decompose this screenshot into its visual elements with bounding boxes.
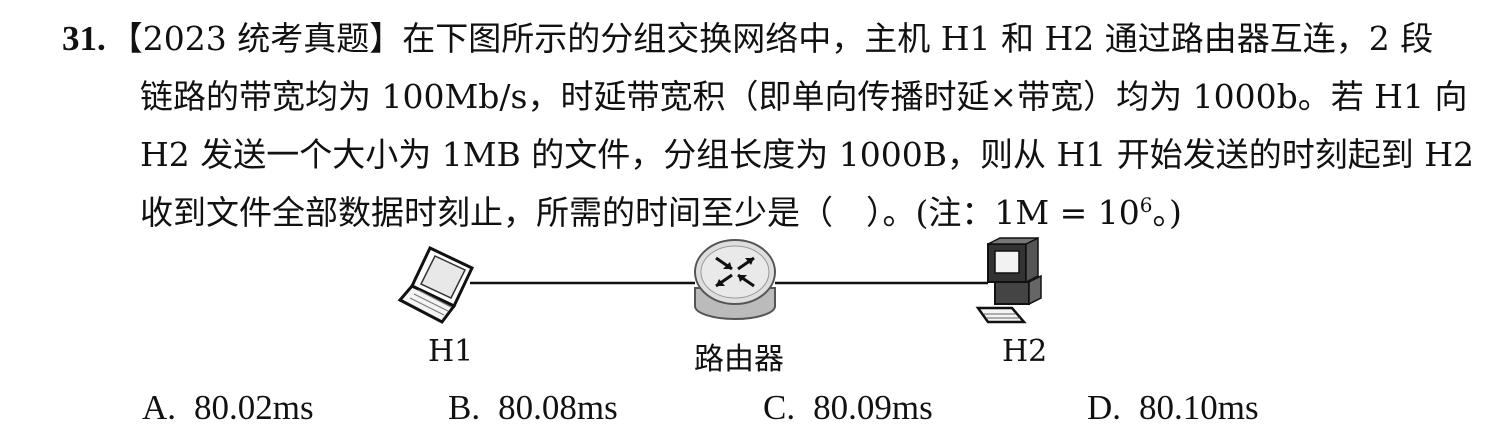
h1-label: H1: [428, 334, 474, 369]
question-text-4: 收到文件全部数据时刻止，所需的时间至少是（ ）。(注：1M = 10: [140, 193, 1140, 232]
option-d-text: 80.10ms: [1139, 388, 1259, 427]
option-a[interactable]: A. 80.02ms: [142, 388, 314, 428]
network-diagram: H1 路由器 H2: [390, 236, 1090, 377]
option-b-letter: B.: [448, 388, 481, 427]
option-a-text: 80.02ms: [194, 388, 314, 427]
desktop-computer-icon: [975, 236, 1042, 324]
option-d-letter: D.: [1087, 388, 1122, 427]
h2-label: H2: [1002, 334, 1048, 369]
question-line-1: 31. 【2023 统考真题】在下图所示的分组交换网络中，主机 H1 和 H2 通…: [62, 10, 1492, 68]
option-b[interactable]: B. 80.08ms: [448, 388, 618, 428]
laptop-icon: [397, 245, 474, 324]
option-c-text: 80.09ms: [813, 388, 933, 427]
answer-options: A. 80.02ms B. 80.08ms C. 80.09ms D. 80.10ms: [0, 388, 1507, 438]
question-text-4-end: 。): [1152, 193, 1182, 232]
option-a-letter: A.: [142, 388, 177, 427]
question-text-1: 【2023 统考真题】在下图所示的分组交换网络中，主机 H1 和 H2 通过路由…: [109, 19, 1434, 58]
option-c-letter: C.: [763, 388, 796, 427]
question-stem: 31. 【2023 统考真题】在下图所示的分组交换网络中，主机 H1 和 H2 通…: [62, 10, 1492, 242]
router-label: 路由器: [694, 342, 784, 377]
option-d[interactable]: D. 80.10ms: [1087, 388, 1259, 428]
option-c[interactable]: C. 80.09ms: [763, 388, 933, 428]
question-line-4: 收到文件全部数据时刻止，所需的时间至少是（ ）。(注：1M = 106。): [62, 184, 1492, 242]
question-number: 31.: [62, 19, 106, 58]
question-line-3: H2 发送一个大小为 1MB 的文件，分组长度为 1000B，则从 H1 开始发…: [140, 135, 1475, 174]
exponent: 6: [1139, 193, 1153, 217]
question-line-2: 链路的带宽均为 100Mb/s，时延带宽积（即单向传播时延×带宽）均为 1000…: [140, 77, 1468, 116]
router-icon: [694, 239, 776, 320]
option-b-text: 80.08ms: [498, 388, 618, 427]
